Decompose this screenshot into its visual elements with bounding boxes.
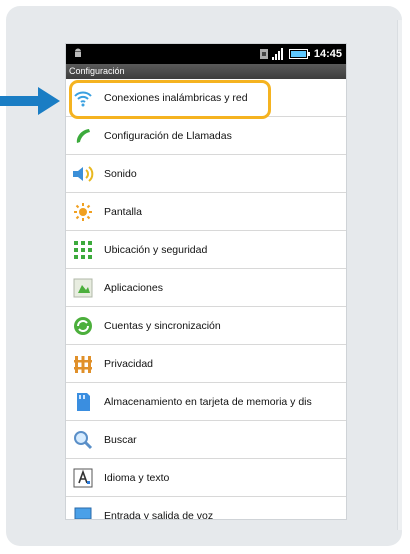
signal-icon bbox=[271, 48, 283, 60]
brightness-icon bbox=[72, 201, 94, 223]
setting-label: Buscar bbox=[104, 433, 137, 446]
setting-calls[interactable]: Configuración de Llamadas bbox=[66, 117, 346, 155]
setting-label: Configuración de Llamadas bbox=[104, 129, 232, 142]
setting-language-text[interactable]: Idioma y texto bbox=[66, 459, 346, 497]
location-grid-icon bbox=[72, 239, 94, 261]
setting-label: Sonido bbox=[104, 167, 137, 180]
setting-voice[interactable]: Entrada y salida de voz bbox=[66, 497, 346, 519]
setting-label: Entrada y salida de voz bbox=[104, 509, 214, 520]
setting-label: Pantalla bbox=[104, 205, 142, 218]
setting-label: Ubicación y seguridad bbox=[104, 243, 208, 256]
sd-card-icon bbox=[72, 391, 94, 413]
voice-monitor-icon bbox=[72, 505, 94, 519]
status-bar: 14:45 bbox=[66, 44, 346, 64]
setting-label: Idioma y texto bbox=[104, 471, 170, 484]
setting-label: Aplicaciones bbox=[104, 281, 163, 294]
setting-storage[interactable]: Almacenamiento en tarjeta de memoria y d… bbox=[66, 383, 346, 421]
setting-label: Privacidad bbox=[104, 357, 154, 370]
setting-display[interactable]: Pantalla bbox=[66, 193, 346, 231]
setting-accounts-sync[interactable]: Cuentas y sincronización bbox=[66, 307, 346, 345]
pointer-arrow-icon bbox=[0, 87, 60, 115]
settings-list: Conexiones inalámbricas y red Configurac… bbox=[66, 79, 346, 519]
sim-icon bbox=[259, 49, 268, 59]
phone-icon bbox=[72, 125, 94, 147]
setting-applications[interactable]: Aplicaciones bbox=[66, 269, 346, 307]
status-time: 14:45 bbox=[313, 48, 342, 60]
page-title: Configuración bbox=[66, 64, 346, 79]
setting-search[interactable]: Buscar bbox=[66, 421, 346, 459]
speaker-icon bbox=[72, 163, 94, 185]
sync-icon bbox=[72, 315, 94, 337]
search-icon bbox=[72, 429, 94, 451]
setting-label: Almacenamiento en tarjeta de memoria y d… bbox=[104, 395, 312, 408]
setting-sound[interactable]: Sonido bbox=[66, 155, 346, 193]
status-icons: 14:45 bbox=[259, 46, 342, 62]
card-edge bbox=[397, 20, 402, 530]
battery-icon bbox=[288, 49, 310, 59]
privacy-fence-icon bbox=[72, 353, 94, 375]
setting-label: Cuentas y sincronización bbox=[104, 319, 221, 332]
setting-privacy[interactable]: Privacidad bbox=[66, 345, 346, 383]
highlight-box bbox=[69, 80, 271, 119]
setting-location-security[interactable]: Ubicación y seguridad bbox=[66, 231, 346, 269]
apps-icon bbox=[72, 277, 94, 299]
android-icon bbox=[75, 48, 81, 57]
keyboard-letter-icon bbox=[72, 467, 94, 489]
